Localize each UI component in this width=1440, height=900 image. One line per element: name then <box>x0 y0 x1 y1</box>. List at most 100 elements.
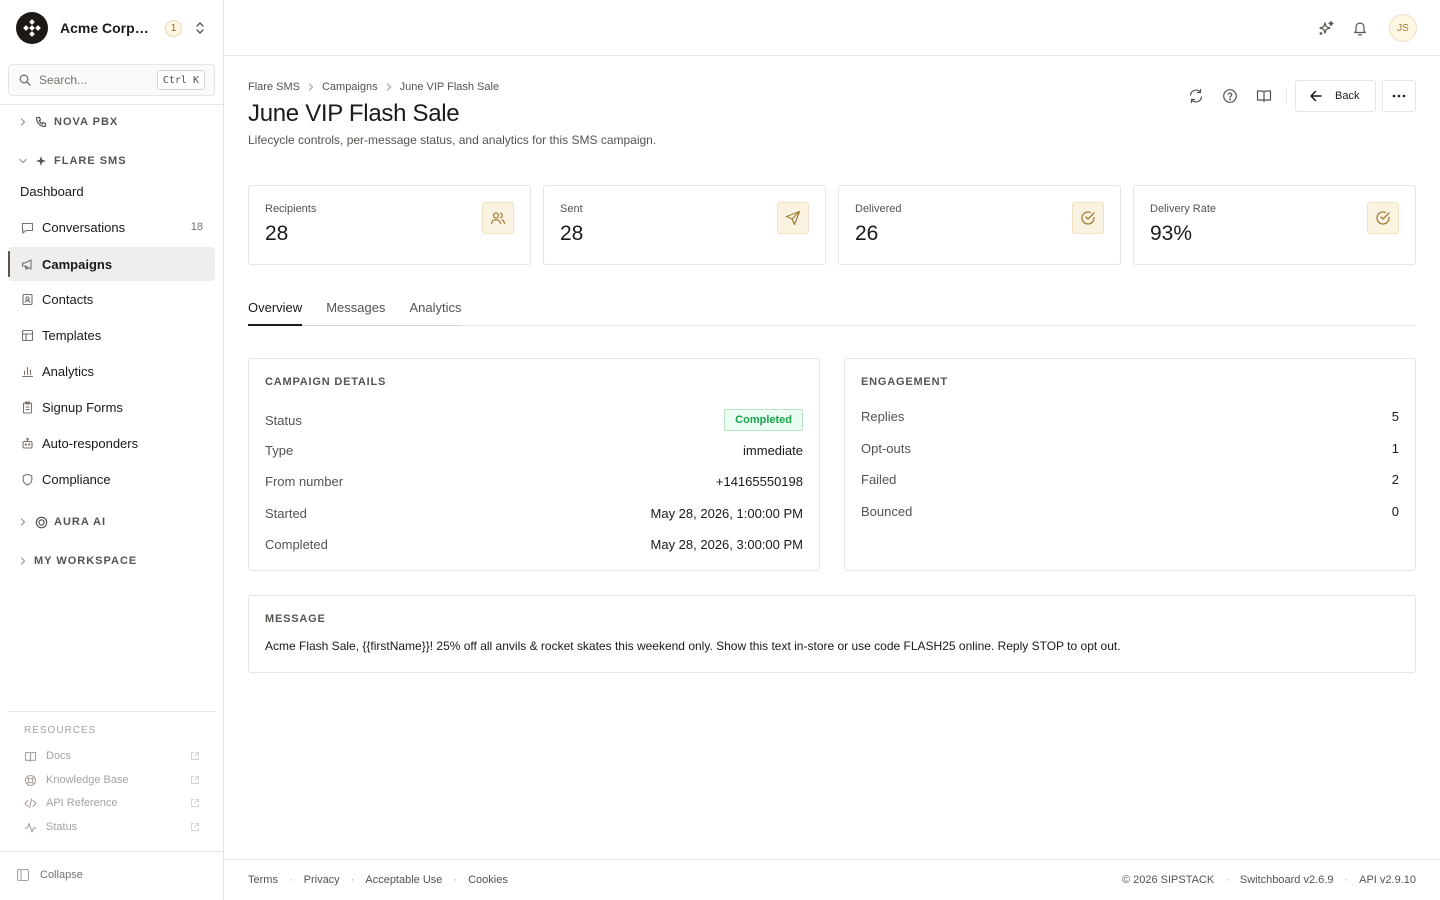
collapse-button[interactable]: Collapse <box>16 867 83 883</box>
org-switcher[interactable]: Acme Corporation 1 <box>0 0 223 56</box>
engagement-card: ENGAGEMENT Replies 5 Opt-outs 1 Failed 2… <box>844 358 1416 571</box>
refresh-icon <box>1188 88 1204 104</box>
header-divider <box>1286 88 1287 104</box>
detail-row-type: Type immediate <box>265 441 803 459</box>
section-my-workspace[interactable]: MY WORKSPACE <box>18 552 137 570</box>
refresh-button[interactable] <box>1184 84 1208 108</box>
page-subtitle: Lifecycle controls, per-message status, … <box>248 133 657 147</box>
help-button[interactable] <box>1218 84 1242 108</box>
sidebar-item-campaigns[interactable]: Campaigns <box>8 247 215 281</box>
breadcrumb-flare-sms[interactable]: Flare SMS <box>248 81 300 93</box>
sidebar-item-compliance[interactable]: Compliance <box>8 462 215 496</box>
resource-api-reference[interactable]: API Reference <box>24 794 200 812</box>
detail-key: Status <box>265 412 302 428</box>
footer-api-version: API v2.9.10 <box>1359 874 1416 886</box>
chevron-right-icon <box>18 556 28 566</box>
search-input[interactable]: Search... Ctrl K <box>8 64 215 96</box>
docs-button[interactable] <box>1252 84 1276 108</box>
check-circle-icon <box>1367 202 1399 234</box>
phone-icon <box>34 115 48 129</box>
sidebar-item-label: Templates <box>42 327 102 343</box>
section-label: AURA AI <box>54 516 107 528</box>
tab-overview[interactable]: Overview <box>248 290 303 326</box>
stat-card-sent: Sent 28 <box>543 185 826 265</box>
stat-label: Delivery Rate <box>1150 203 1217 215</box>
engagement-key: Opt-outs <box>861 440 911 456</box>
external-link-icon <box>190 751 200 761</box>
footer: Terms · Privacy · Acceptable Use · Cooki… <box>224 859 1440 900</box>
campaign-details-card: CAMPAIGN DETAILS Status Completed Type i… <box>248 358 820 571</box>
sidebar-divider <box>0 104 223 105</box>
breadcrumb-campaigns[interactable]: Campaigns <box>322 81 378 93</box>
collapse-divider <box>0 851 223 852</box>
org-name: Acme Corporation <box>60 20 152 36</box>
footer-link-privacy[interactable]: Privacy <box>304 874 340 886</box>
engagement-value: 1 <box>1391 440 1399 456</box>
footer-separator: · <box>453 874 458 886</box>
page-title: June VIP Flash Sale <box>248 100 460 127</box>
sidebar-item-label: Contacts <box>42 291 94 307</box>
section-flare-sms[interactable]: FLARE SMS <box>18 152 127 170</box>
section-nova-pbx[interactable]: NOVA PBX <box>18 113 118 131</box>
resource-knowledge-base[interactable]: Knowledge Base <box>24 771 200 789</box>
external-link-icon <box>190 822 200 832</box>
ai-sparkles-button[interactable] <box>1314 16 1338 40</box>
engagement-key: Failed <box>861 471 897 487</box>
chevron-right-icon <box>18 517 28 527</box>
footer-link-cookies[interactable]: Cookies <box>468 874 508 886</box>
notifications-button[interactable] <box>1348 16 1372 40</box>
avatar[interactable]: JS <box>1389 14 1417 42</box>
sidebar-item-conversations[interactable]: Conversations 18 <box>8 210 215 244</box>
users-icon <box>482 202 514 234</box>
stat-label: Recipients <box>265 203 317 215</box>
tab-analytics[interactable]: Analytics <box>409 290 461 324</box>
stat-card-delivered: Delivered 26 <box>838 185 1121 265</box>
code-icon <box>24 797 37 810</box>
sidebar-item-label: Compliance <box>42 471 111 487</box>
detail-key: From number <box>265 473 344 489</box>
footer-copyright: © 2026 SIPSTACK <box>1121 874 1215 886</box>
sparkles-icon <box>1318 20 1335 37</box>
sidebar-item-label: Conversations <box>42 219 126 235</box>
detail-row-started: Started May 28, 2026, 1:00:00 PM <box>265 504 803 522</box>
activity-icon <box>24 821 37 834</box>
sidebar-item-contacts[interactable]: Contacts <box>8 282 215 316</box>
chevron-right-icon <box>306 82 316 92</box>
chevron-up-down-icon[interactable] <box>192 20 208 36</box>
sidebar-item-analytics[interactable]: Analytics <box>8 354 215 388</box>
footer-link-terms[interactable]: Terms <box>248 874 278 886</box>
resource-docs[interactable]: Docs <box>24 747 200 765</box>
collapse-label: Collapse <box>40 869 83 881</box>
stat-card-recipients: Recipients 28 <box>248 185 531 265</box>
chevron-down-icon <box>18 156 28 166</box>
message-card: MESSAGE Acme Flash Sale, {{firstName}}! … <box>248 595 1416 673</box>
section-label: FLARE SMS <box>54 155 127 167</box>
back-button[interactable]: Back <box>1295 80 1376 112</box>
tab-messages[interactable]: Messages <box>326 290 385 324</box>
search-placeholder: Search... <box>39 73 88 87</box>
sidebar-item-auto-responders[interactable]: Auto-responders <box>8 426 215 460</box>
detail-row-from-number: From number +14165550198 <box>265 472 803 490</box>
stat-card-delivery-rate: Delivery Rate 93% <box>1133 185 1416 265</box>
sidebar-item-templates[interactable]: Templates <box>8 318 215 352</box>
sidebar-item-signup-forms[interactable]: Signup Forms <box>8 390 215 424</box>
detail-value: May 28, 2026, 3:00:00 PM <box>650 536 803 552</box>
detail-value: immediate <box>743 442 803 458</box>
more-horizontal-icon <box>1392 94 1406 98</box>
chat-icon <box>20 220 34 234</box>
engagement-row-opt-outs: Opt-outs 1 <box>861 439 1399 457</box>
top-bar: JS <box>224 0 1440 56</box>
more-actions-button[interactable] <box>1382 80 1416 112</box>
sidebar-item-dashboard[interactable]: Dashboard <box>8 174 215 208</box>
arrow-left-icon <box>1309 89 1323 103</box>
bar-chart-icon <box>20 364 34 378</box>
book-open-icon <box>1256 88 1272 104</box>
footer-link-acceptable-use[interactable]: Acceptable Use <box>365 874 442 886</box>
engagement-value: 5 <box>1391 408 1399 424</box>
resource-status[interactable]: Status <box>24 818 200 836</box>
engagement-key: Bounced <box>861 503 913 519</box>
conversations-count: 18 <box>190 221 203 233</box>
section-aura-ai[interactable]: AURA AI <box>18 513 106 531</box>
breadcrumb-current: June VIP Flash Sale <box>399 81 500 93</box>
resource-label: Knowledge Base <box>46 774 129 786</box>
